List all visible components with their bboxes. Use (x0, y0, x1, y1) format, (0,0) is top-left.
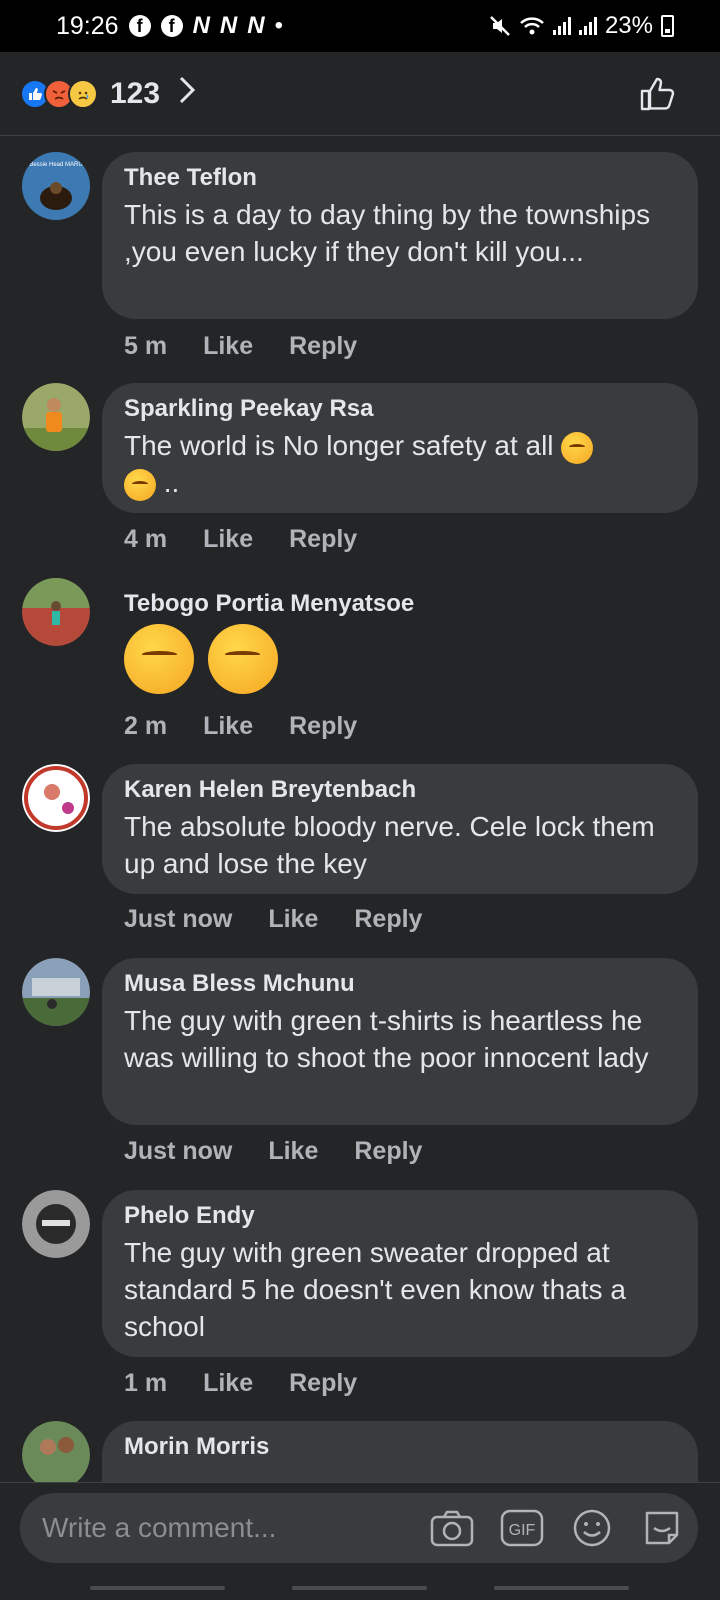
nav-recent-bar[interactable] (90, 1586, 225, 1590)
nav-back-bar[interactable] (494, 1586, 629, 1590)
comment-time: 2 m (124, 712, 168, 740)
reply-button[interactable]: Reply (289, 525, 357, 554)
comment-text: The world is No longer safety at all .. (124, 427, 678, 501)
comment-time: 5 m (124, 332, 168, 360)
comment-time: 4 m (124, 525, 168, 553)
navigation-gesture-bar[interactable] (0, 1572, 720, 1600)
sad-reaction-icon (68, 78, 98, 109)
comment-text: The guy with green sweater dropped at st… (124, 1237, 626, 1342)
status-time: 19:26 (56, 11, 119, 40)
n-icon: N (219, 12, 238, 39)
comment-actions: Just now Like Reply (124, 1137, 422, 1166)
emoji-icon[interactable] (570, 1506, 614, 1550)
reply-button[interactable]: Reply (354, 905, 422, 934)
comment-bubble[interactable]: Karen Helen Breytenbach The absolute blo… (102, 764, 698, 894)
avatar[interactable]: Bessie Head MARU (22, 152, 90, 220)
mute-icon (489, 15, 511, 37)
comment-author[interactable]: Phelo Endy (124, 1202, 678, 1230)
like-post-button[interactable] (638, 74, 678, 114)
comment-actions: 1 m Like Reply (124, 1369, 357, 1398)
sleepy-emoji-icon (124, 624, 194, 694)
n-icon: N (192, 12, 210, 39)
signal-icon (552, 17, 571, 35)
comment-time: 1 m (124, 1369, 168, 1397)
reaction-count[interactable]: 123 (110, 77, 160, 111)
avatar[interactable] (22, 958, 90, 1026)
n-icon: N (247, 12, 265, 39)
avatar-text: Bessie Head MARU (29, 162, 82, 168)
status-bar: 19:26 f f N N N • 23% (0, 0, 720, 52)
signal-icon (578, 17, 597, 35)
comment-bubble[interactable]: Morin Morris (102, 1421, 698, 1482)
comment-bubble[interactable]: Thee Teflon This is a day to day thing b… (102, 152, 698, 319)
comment-author[interactable]: Musa Bless Mchunu (124, 970, 678, 998)
facebook-icon: f (160, 15, 183, 37)
comment-time: Just now (124, 1137, 233, 1165)
comment-text-tail: .. (163, 467, 180, 498)
comment-actions: 2 m Like Reply (124, 712, 357, 741)
gif-icon[interactable]: GIF (500, 1506, 544, 1550)
gif-label: GIF (509, 1522, 536, 1539)
comment-text: This is a day to day thing by the townsh… (124, 199, 651, 267)
like-button[interactable]: Like (203, 332, 253, 361)
reply-button[interactable]: Reply (289, 332, 357, 361)
like-button[interactable]: Like (203, 712, 253, 741)
avatar[interactable] (22, 1190, 90, 1258)
comment-composer: GIF (20, 1493, 698, 1563)
reply-button[interactable]: Reply (354, 1137, 422, 1166)
battery-icon (661, 15, 674, 37)
like-button[interactable]: Like (203, 525, 253, 554)
reaction-icons[interactable] (20, 78, 98, 109)
comment-actions: 5 m Like Reply (124, 332, 357, 361)
reply-button[interactable]: Reply (289, 1369, 357, 1398)
sticker-icon[interactable] (640, 1506, 684, 1550)
comment-bubble[interactable]: Tebogo Portia Menyatsoe (102, 578, 698, 698)
camera-icon[interactable] (430, 1506, 474, 1550)
reactions-bar: 123 (0, 52, 720, 136)
avatar[interactable] (22, 578, 90, 646)
like-button[interactable]: Like (268, 905, 318, 934)
battery-percent: 23% (604, 12, 653, 39)
comment-actions: 4 m Like Reply (124, 525, 357, 554)
comment-time: Just now (124, 905, 233, 933)
comment-author[interactable]: Karen Helen Breytenbach (124, 776, 678, 804)
comment-text: The absolute bloody nerve. Cele lock the… (124, 811, 655, 879)
comments-list[interactable]: Bessie Head MARU Thee Teflon This is a d… (0, 137, 720, 1482)
comment-emojis (124, 624, 678, 694)
nav-home-bar[interactable] (292, 1586, 427, 1590)
comment-composer-bar: GIF (0, 1482, 720, 1572)
avatar[interactable] (22, 1421, 90, 1482)
like-button[interactable]: Like (268, 1137, 318, 1166)
sleepy-emoji-icon (207, 624, 278, 694)
chevron-right-icon[interactable] (178, 75, 196, 113)
facebook-icon: f (128, 15, 151, 37)
comment-input[interactable] (42, 1512, 430, 1544)
downcast-sweat-emoji-icon (124, 468, 156, 501)
comment-author[interactable]: Thee Teflon (124, 164, 678, 192)
comment-text: The guy with green t-shirts is heartless… (124, 1005, 649, 1073)
comment-text-main: The world is No longer safety at all (124, 430, 554, 461)
comment-bubble[interactable]: Sparkling Peekay Rsa The world is No lon… (102, 383, 698, 513)
comment-author[interactable]: Tebogo Portia Menyatsoe (124, 590, 678, 618)
comment-actions: Just now Like Reply (124, 905, 422, 934)
comment-bubble[interactable]: Phelo Endy The guy with green sweater dr… (102, 1190, 698, 1357)
reply-button[interactable]: Reply (289, 712, 357, 741)
downcast-sweat-emoji-icon (561, 431, 594, 464)
dot-icon: • (274, 12, 283, 39)
comment-author[interactable]: Sparkling Peekay Rsa (124, 395, 678, 423)
comment-author[interactable]: Morin Morris (124, 1433, 678, 1461)
avatar[interactable] (22, 383, 90, 451)
comment-bubble[interactable]: Musa Bless Mchunu The guy with green t-s… (102, 958, 698, 1125)
wifi-icon (519, 15, 545, 37)
avatar[interactable] (22, 764, 90, 832)
like-button[interactable]: Like (203, 1369, 253, 1398)
